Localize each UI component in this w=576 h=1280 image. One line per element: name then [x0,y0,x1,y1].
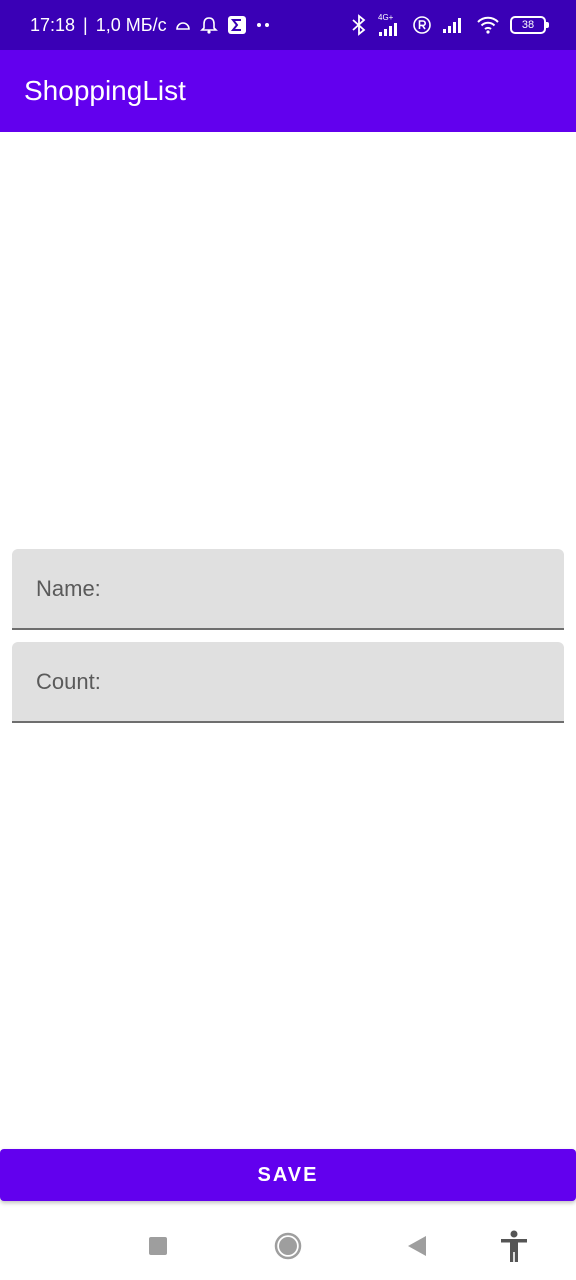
back-icon[interactable] [400,1228,436,1264]
app-title: ShoppingList [24,75,186,106]
status-right: 4G+ 38 [350,14,549,36]
network-type-label: 4G+ [378,13,394,22]
navigation-bar [0,1210,576,1280]
status-time: 17:18 [30,14,76,35]
home-icon[interactable] [270,1228,306,1264]
status-speed: 1,0 МБ/с [95,14,167,35]
status-separator: | [83,14,88,35]
sigma-app-icon [227,15,247,35]
name-input[interactable] [12,549,564,628]
recent-apps-icon[interactable] [140,1228,176,1264]
count-input[interactable] [12,642,564,721]
app-bar: ShoppingList [0,50,576,132]
battery-icon: 38 [510,16,549,34]
battery-level: 38 [521,19,535,31]
roaming-icon [412,15,432,35]
wifi-icon [476,16,500,34]
status-left: 17:18 | 1,0 МБ/с [30,15,271,36]
signal-icon: 4G+ [378,14,402,36]
cloud-icon [175,19,191,31]
bluetooth-icon [350,14,368,36]
signal-icon [442,17,466,33]
accessibility-icon[interactable] [496,1228,532,1264]
name-field[interactable]: Name: [12,549,564,630]
bell-icon [199,15,219,35]
more-dots-icon [255,22,271,28]
status-bar: 17:18 | 1,0 МБ/с 4G+ 38 [0,0,576,50]
save-button[interactable]: SAVE [0,1149,576,1201]
count-field[interactable]: Count: [12,642,564,723]
